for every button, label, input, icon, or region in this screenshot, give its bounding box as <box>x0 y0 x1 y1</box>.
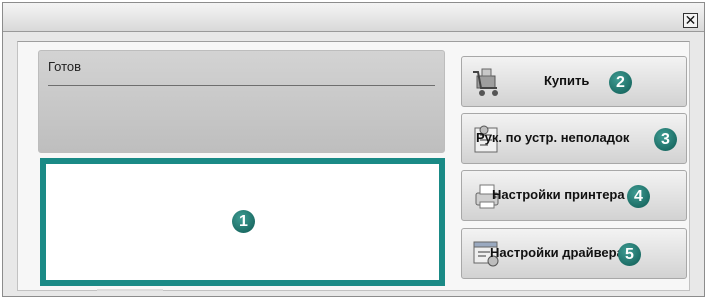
bottom-divider <box>97 289 163 291</box>
printer-settings-button[interactable]: Настройки принтера 4 <box>461 170 687 221</box>
smart-panel-window: ✕ Готов 1 Купить 2 Рук. по устр. неполад… <box>2 2 705 297</box>
driver-settings-label: Настройки драйвера <box>490 245 624 260</box>
title-bar: ✕ <box>3 3 704 32</box>
driver-settings-button[interactable]: Настройки драйвера 5 <box>461 228 687 279</box>
buy-button[interactable]: Купить 2 <box>461 56 687 107</box>
shopping-cart-icon <box>473 68 498 96</box>
troubleshooting-guide-label: Рук. по устр. неполадок <box>476 130 630 145</box>
callout-badge-1: 1 <box>232 210 255 233</box>
status-text: Готов <box>48 59 82 74</box>
troubleshooting-guide-button[interactable]: Рук. по устр. неполадок 3 <box>461 113 687 164</box>
callout-badge-2: 2 <box>609 71 632 94</box>
printer-image-area: 1 <box>40 158 445 286</box>
printer-settings-label: Настройки принтера <box>492 187 625 202</box>
status-divider <box>48 85 435 86</box>
main-panel: Готов 1 Купить 2 Рук. по устр. неполадок… <box>17 41 690 291</box>
callout-badge-4: 4 <box>627 185 650 208</box>
close-icon: ✕ <box>684 12 697 28</box>
callout-badge-5: 5 <box>618 243 641 266</box>
status-panel: Готов <box>38 50 445 153</box>
close-button[interactable]: ✕ <box>683 13 698 28</box>
callout-badge-3: 3 <box>654 128 677 151</box>
